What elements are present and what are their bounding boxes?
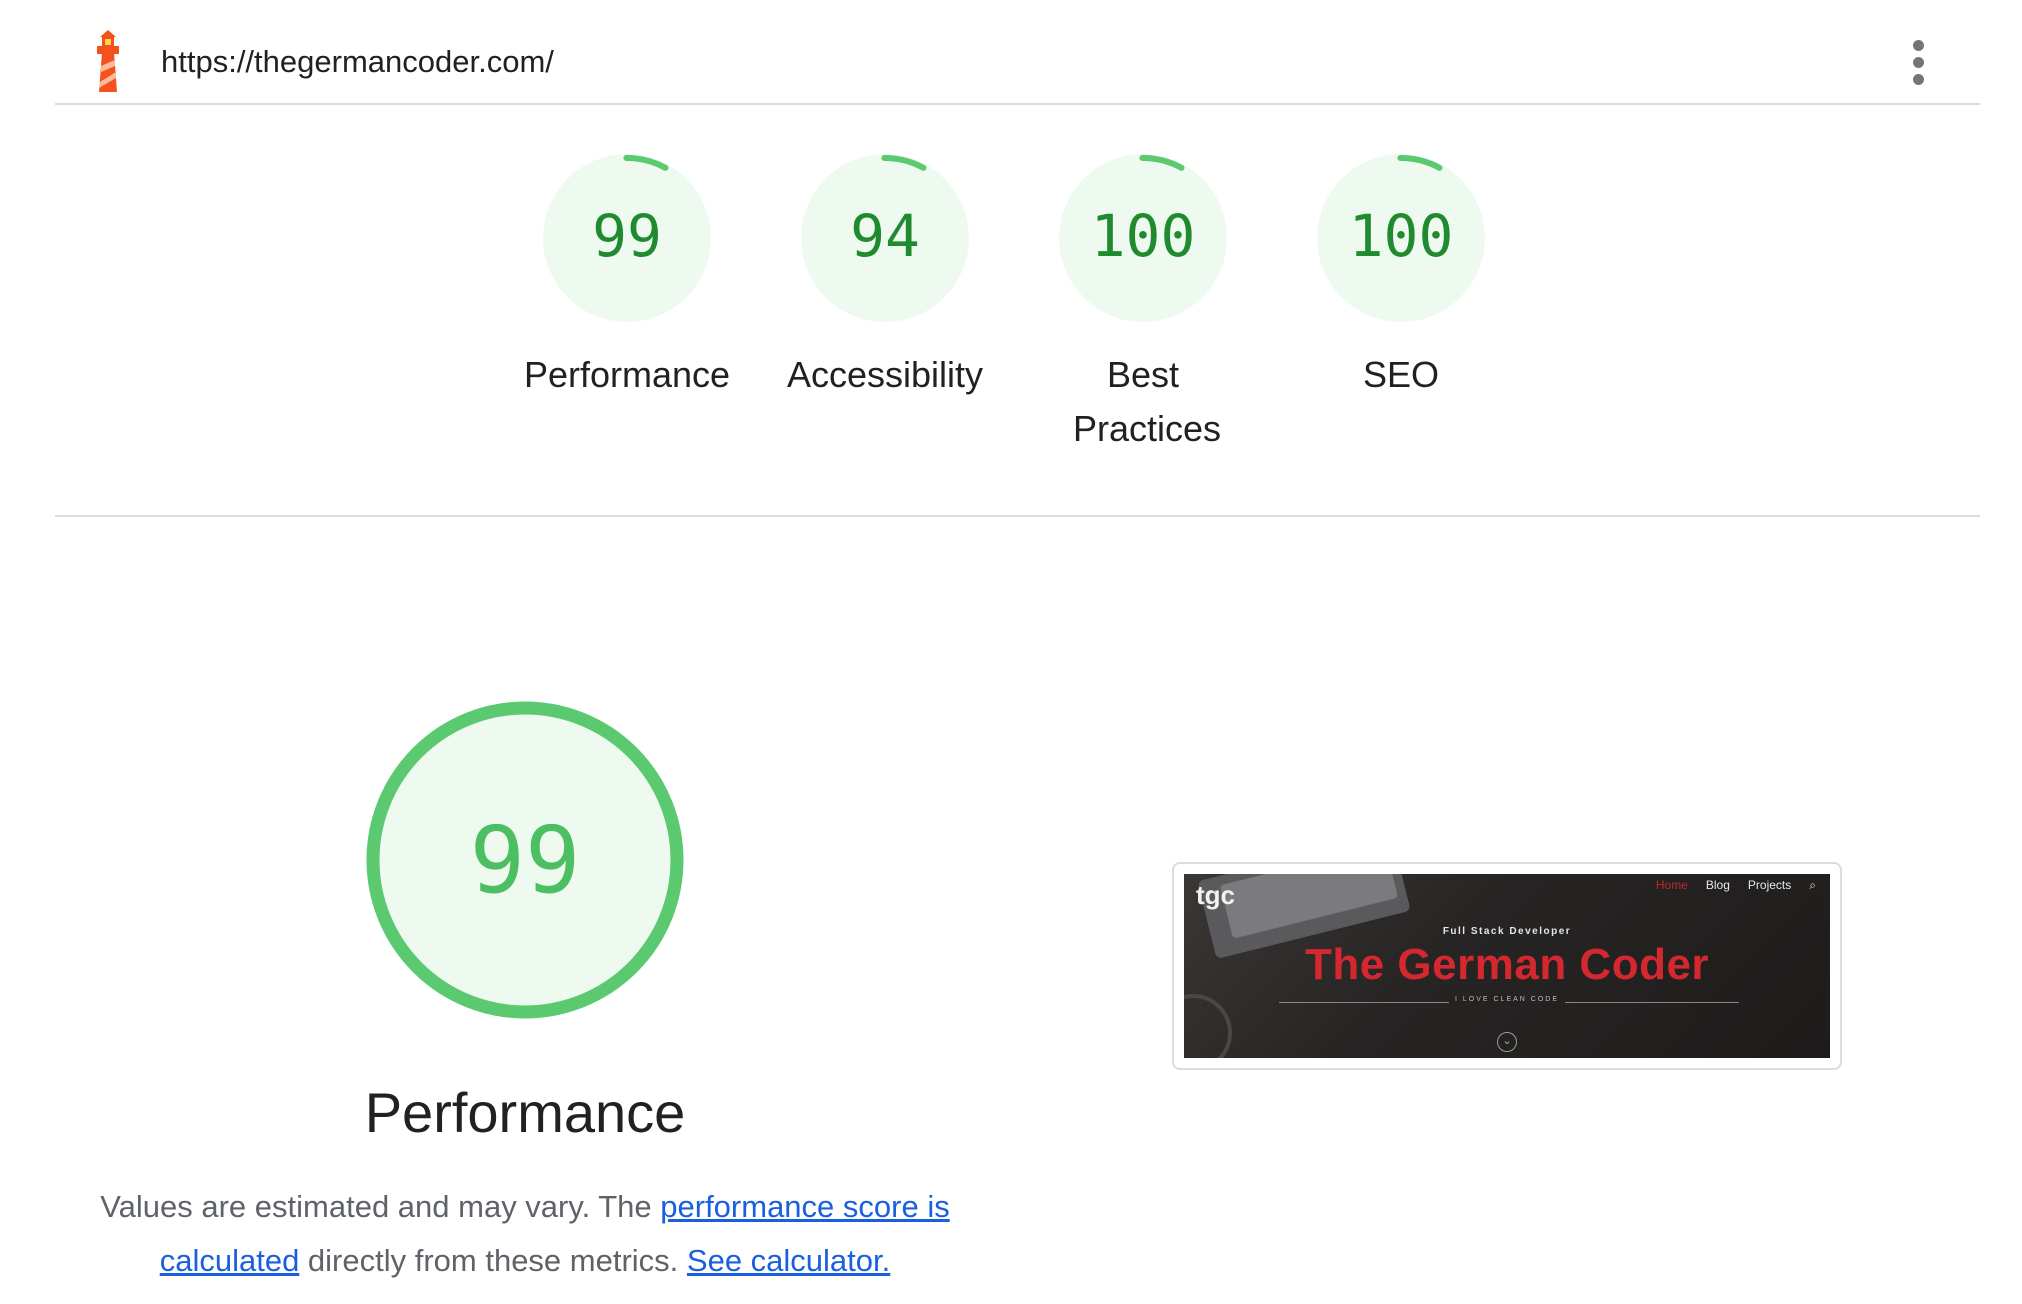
desc-middle: directly from these metrics. xyxy=(299,1243,687,1278)
performance-gauge-large: 99 xyxy=(355,690,695,1035)
score-gauges: 99 Performance 94 Accessibility 100 Best… xyxy=(0,150,2022,480)
gauge-ring: 94 xyxy=(801,154,969,322)
report-header: https://thegermancoder.com/ xyxy=(55,0,1980,104)
gauge-label: Accessibility xyxy=(786,354,984,395)
site-brand: tgc xyxy=(1196,880,1235,910)
gauge-score: 100 xyxy=(1349,202,1454,270)
gauge-best-practices[interactable]: 100 Best Practices xyxy=(1013,150,1273,456)
site-nav-home: Home xyxy=(1655,878,1688,892)
site-tagline: I LOVE CLEAN CODE xyxy=(1448,996,1566,1003)
performance-description: Values are estimated and may vary. The p… xyxy=(92,1180,958,1288)
gauge-score: 94 xyxy=(850,202,920,270)
search-icon: ⌕ xyxy=(1809,878,1816,892)
desc-prefix: Values are estimated and may vary. The xyxy=(100,1189,661,1224)
lighthouse-icon xyxy=(97,30,119,92)
gauge-score: 99 xyxy=(592,202,662,270)
performance-ring: 99 xyxy=(366,701,684,1019)
section-divider xyxy=(55,515,1980,517)
site-nav-blog: Blog xyxy=(1705,878,1730,892)
site-headline: The German Coder xyxy=(1304,940,1710,989)
gauge-accessibility[interactable]: 94 Accessibility xyxy=(755,150,1015,402)
gauge-label: Best Practices xyxy=(1073,354,1222,449)
gauge-label: SEO xyxy=(1362,354,1440,395)
final-screenshot[interactable]: tgc Home Blog Projects ⌕ Full Stack Develop… xyxy=(1172,862,1842,1070)
gauge-ring: 100 xyxy=(1317,154,1485,322)
gauge-ring: 100 xyxy=(1059,154,1227,322)
header-divider xyxy=(55,103,1980,105)
gauge-label: Performance xyxy=(523,354,731,395)
more-vert-icon[interactable] xyxy=(1910,40,1926,86)
gauge-performance[interactable]: 99 Performance xyxy=(497,150,757,402)
headphones-graphic xyxy=(1184,994,1232,1058)
gauge-seo[interactable]: 100 SEO xyxy=(1271,150,1531,402)
report-url: https://thegermancoder.com/ xyxy=(161,44,554,79)
gauge-ring: 99 xyxy=(543,154,711,322)
chevron-down-icon: ⌄ xyxy=(1497,1032,1517,1052)
gauge-score: 100 xyxy=(1091,202,1196,270)
site-tagline-wrap: I LOVE CLEAN CODE xyxy=(1184,996,1830,1003)
site-nav-projects: Projects xyxy=(1747,878,1792,892)
site-nav: Home Blog Projects ⌕ xyxy=(1638,878,1816,893)
performance-score: 99 xyxy=(470,807,581,914)
see-calculator-link[interactable]: See calculator. xyxy=(687,1243,890,1278)
performance-title: Performance xyxy=(364,1081,686,1144)
site-kicker: Full Stack Developer xyxy=(1442,926,1572,937)
screenshot-image: tgc Home Blog Projects ⌕ Full Stack Develop… xyxy=(1184,874,1830,1058)
